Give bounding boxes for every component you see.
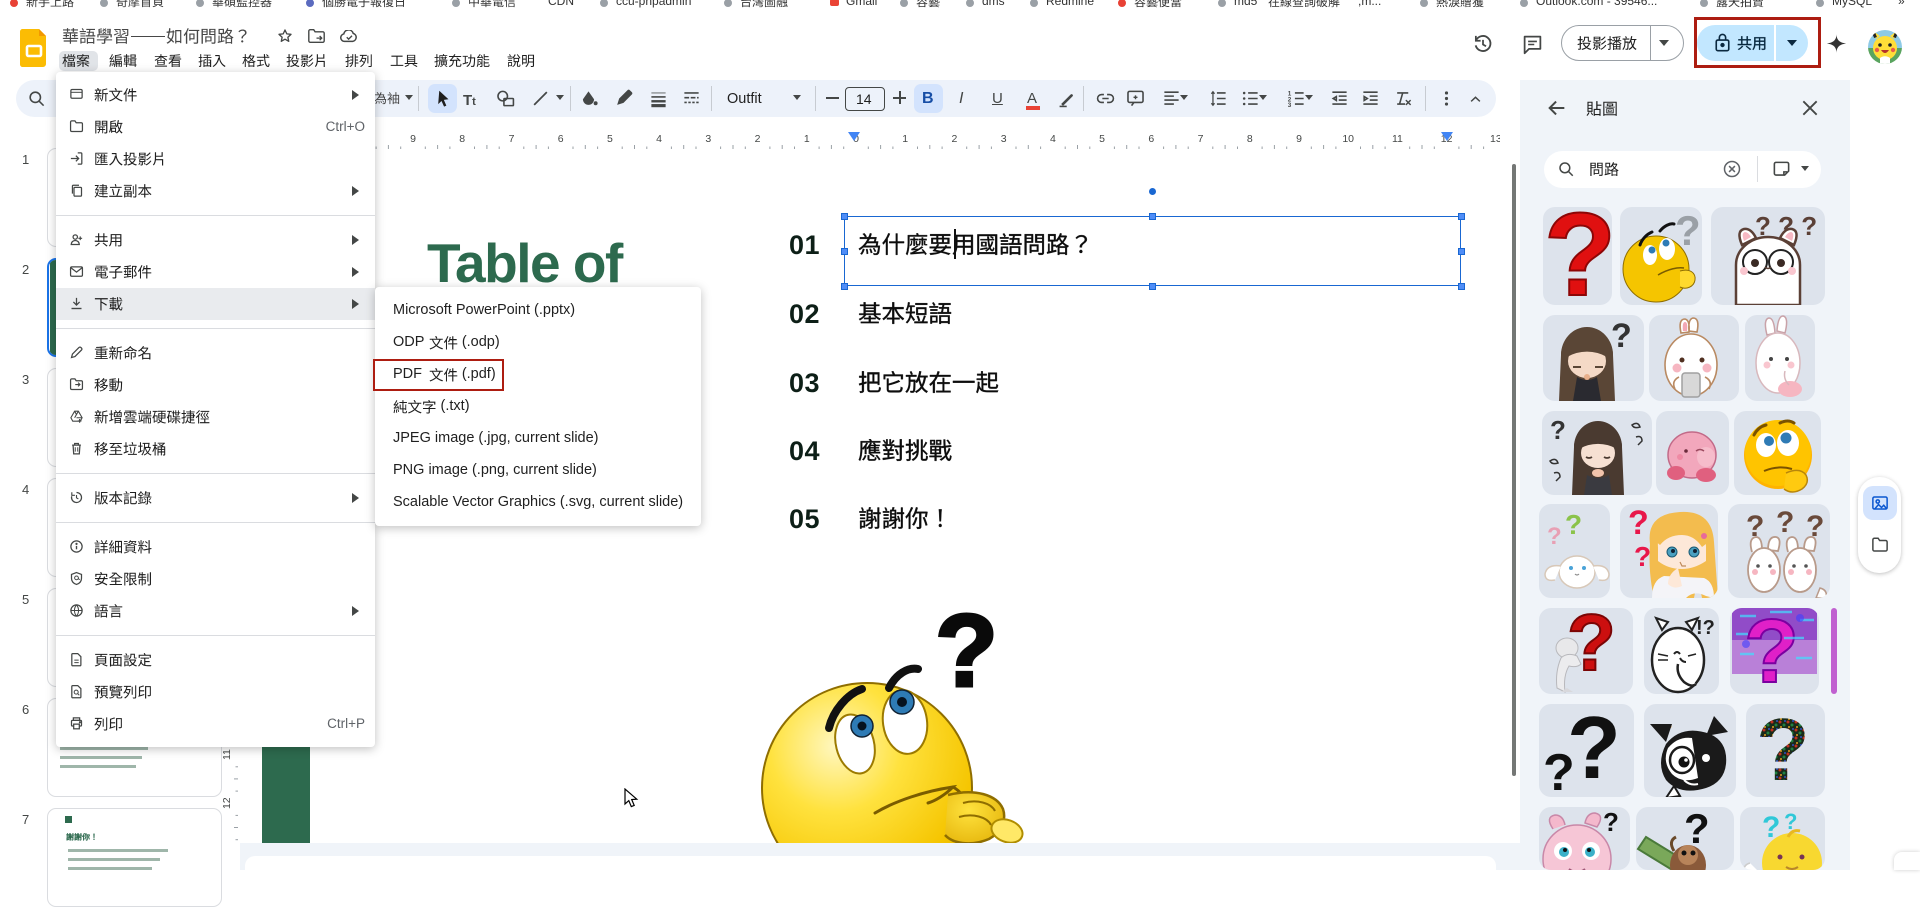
svg-text:7: 7 (509, 133, 515, 145)
svg-text:?: ? (1603, 807, 1619, 837)
svg-text:11: 11 (222, 749, 233, 760)
svg-text:?: ? (1611, 317, 1632, 355)
svg-text:12: 12 (222, 797, 233, 809)
svg-text:4: 4 (1050, 133, 1056, 145)
svg-text:8: 8 (459, 133, 465, 145)
svg-text:!?: !? (1696, 617, 1715, 639)
svg-text:7: 7 (1198, 133, 1204, 145)
svg-text:5: 5 (1099, 133, 1105, 145)
svg-text:1: 1 (804, 133, 810, 145)
svg-text:?: ? (1776, 506, 1794, 539)
svg-text:11: 11 (1392, 133, 1403, 145)
svg-text:3: 3 (705, 133, 711, 145)
svg-text:2: 2 (755, 133, 761, 145)
svg-text:?: ? (1567, 704, 1621, 797)
svg-text:2: 2 (951, 133, 957, 145)
svg-text:?: ? (1565, 509, 1582, 540)
svg-text:?: ? (1547, 523, 1562, 550)
svg-text:1: 1 (902, 133, 908, 145)
svg-text:8: 8 (1247, 133, 1253, 145)
svg-text:?: ? (1544, 207, 1612, 305)
svg-text:9: 9 (410, 133, 416, 145)
svg-text:?: ? (1756, 704, 1810, 797)
svg-text:?: ? (1550, 415, 1566, 445)
svg-text:13: 13 (1490, 133, 1500, 145)
svg-text:?: ? (1628, 504, 1649, 542)
svg-text:?: ? (1634, 541, 1651, 572)
svg-text:3: 3 (1001, 133, 1007, 145)
svg-text:3: 3 (1288, 102, 1292, 108)
svg-text:5: 5 (607, 133, 613, 145)
svg-text:10: 10 (1342, 133, 1354, 145)
svg-text:?: ? (1543, 744, 1575, 797)
svg-text:4: 4 (656, 133, 662, 145)
svg-text:?: ? (935, 595, 998, 708)
svg-text:?: ? (1744, 608, 1799, 694)
svg-text:6: 6 (558, 133, 564, 145)
svg-text:9: 9 (1296, 133, 1302, 145)
svg-text:6: 6 (1148, 133, 1154, 145)
